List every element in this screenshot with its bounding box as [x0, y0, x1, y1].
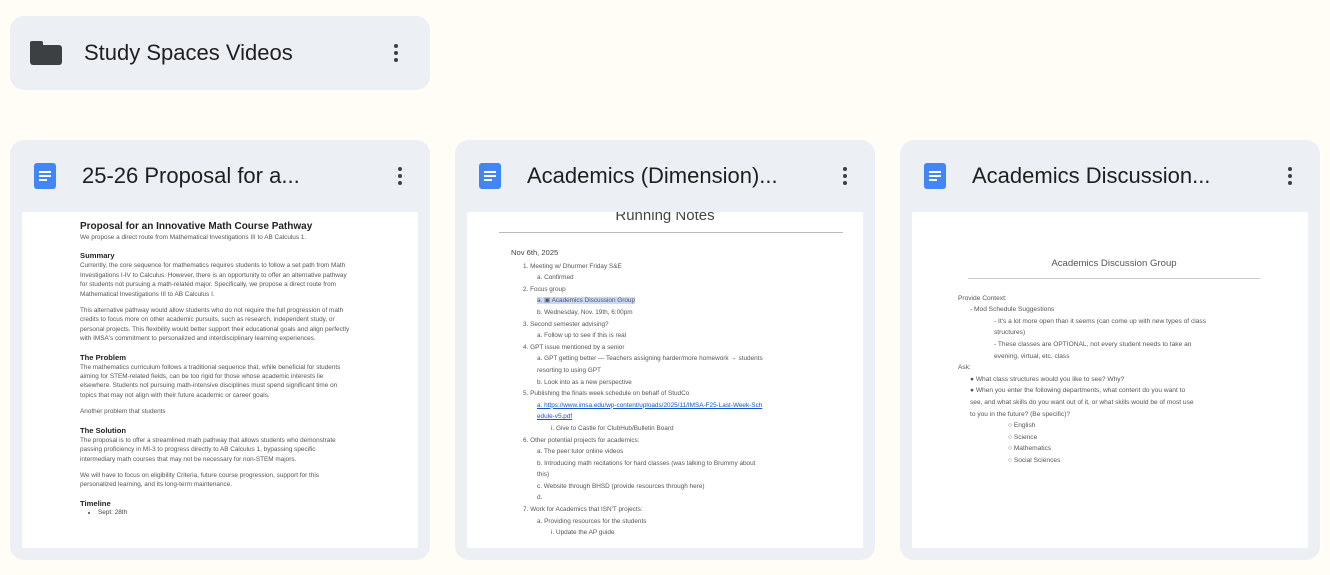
doc-preview[interactable]: Academics Discussion Group Provide Conte…: [912, 212, 1308, 548]
preview-text: Mathematical Investigations III to AB Ca…: [80, 290, 215, 298]
preview-line: 7. Work for Academics that ISN'T project…: [523, 506, 643, 514]
preview-line: ○ Social Sciences: [1008, 456, 1061, 464]
preview-text: topics that may not align with their fut…: [80, 391, 270, 399]
preview-date: Nov 6th, 2025: [511, 248, 559, 257]
preview-line: evening, virtual, etc. class: [994, 352, 1070, 360]
preview-text: We propose a direct route from Mathemati…: [80, 234, 307, 241]
preview-line: to you in the future? (Be specific)?: [970, 410, 1071, 418]
preview-line: ● When you enter the following departmen…: [970, 387, 1186, 395]
preview-text: Currently, the core sequence for mathema…: [80, 262, 346, 270]
preview-line: a. GPT getting better — Teachers assigni…: [537, 355, 763, 363]
more-options-icon[interactable]: [833, 164, 857, 188]
preview-heading: Running Notes: [615, 212, 715, 224]
preview-line: 1. Meeting w/ Dhurmer Friday S&E: [523, 262, 622, 270]
preview-line: - These classes are OPTIONAL, not every …: [994, 340, 1192, 348]
preview-section-title: The Problem: [80, 352, 126, 362]
preview-line: a. Follow up to see if this is real: [537, 332, 627, 340]
preview-line: a. The peer tutor online videos: [537, 448, 624, 456]
preview-line: Provide Context:: [958, 294, 1007, 302]
preview-line: c. Website through BHSD (provide resourc…: [537, 482, 705, 490]
preview-line: structures): [994, 329, 1026, 337]
preview-text: Investigations I-IV to Calculus. However…: [80, 271, 347, 279]
preview-text: credits to focus more on other academic …: [80, 316, 335, 324]
preview-text: The mathematics curriculum follows a tra…: [80, 363, 341, 371]
preview-line: 2. Focus group: [523, 285, 566, 293]
preview-line: i. Give to Castle for ClubHub/Bulletin B…: [551, 424, 674, 432]
preview-line: ○ English: [1008, 422, 1036, 430]
preview-lines: Provide Context: - Mod Schedule Suggestio…: [958, 293, 1290, 467]
preview-text: personal projects. This flexibility woul…: [80, 325, 350, 333]
preview-line: a. Providing resources for the students: [537, 517, 647, 525]
preview-heading: Academics Discussion Group: [1051, 258, 1177, 269]
preview-line: resorting to using GPT: [537, 366, 601, 374]
preview-line: a. Confirmed: [537, 274, 574, 282]
preview-line: ○ Science: [1008, 433, 1038, 441]
preview-line: Ask:: [958, 364, 971, 372]
more-options-icon[interactable]: [388, 164, 412, 188]
preview-text: with IMSA's commitment to personalized a…: [80, 335, 316, 343]
preview-line: 4. GPT issue mentioned by a senior: [523, 343, 625, 351]
preview-text: passing proficiency in MI-3 to progress …: [80, 446, 316, 454]
preview-text: The proposal is to offer a streamlined m…: [80, 436, 336, 444]
preview-line: b. Look into as a new perspective: [537, 378, 632, 386]
preview-line[interactable]: edule-v5.pdf: [511, 411, 843, 423]
preview-line: - Mod Schedule Suggestions: [970, 306, 1055, 314]
preview-text: for students not pursuing a math-related…: [80, 281, 336, 289]
preview-line: d.: [537, 494, 543, 502]
doc-card-proposal[interactable]: 25-26 Proposal for a... Proposal for an …: [10, 140, 430, 560]
preview-text: Another problem that students: [80, 408, 166, 416]
preview-line: see, and what skills do you want out of …: [970, 398, 1194, 406]
preview-text: This alternative pathway would allow stu…: [80, 307, 344, 315]
preview-line: - It's a lot more open than it seems (ca…: [994, 317, 1206, 325]
divider: [499, 232, 843, 233]
preview-text: We will have to focus on eligibility Cri…: [80, 471, 319, 479]
preview-line[interactable]: a. https://www.imsa.edu/wp-content/uploa…: [511, 400, 843, 412]
folder-icon: [30, 41, 62, 65]
google-docs-icon: [924, 163, 946, 189]
doc-card-academics-dimension[interactable]: Academics (Dimension)... Running Notes N…: [455, 140, 875, 560]
preview-line: b. Wednesday, Nov. 19th, 6:00pm: [537, 308, 633, 316]
preview-section-title: Timeline: [80, 498, 111, 508]
google-docs-icon: [479, 163, 501, 189]
preview-line: 3. Second semester advising?: [523, 320, 609, 328]
preview-text: aiming for STEM-related fields, can be t…: [80, 373, 324, 381]
doc-preview[interactable]: Proposal for an Innovative Math Course P…: [22, 212, 418, 548]
doc-preview[interactable]: Running Notes Nov 6th, 2025 1. Meeting w…: [467, 212, 863, 548]
preview-text: elsewhere. Students not pursuing math-in…: [80, 382, 338, 390]
preview-line: 5. Publishing the finals week schedule o…: [523, 390, 690, 398]
folder-name: Study Spaces Videos: [84, 40, 293, 65]
preview-line: 6. Other potential projects for academic…: [523, 436, 640, 444]
preview-section-title: Summary: [80, 251, 115, 261]
preview-heading: Proposal for an Innovative Math Course P…: [80, 221, 313, 232]
preview-text: personalized learning, and its long-term…: [80, 481, 233, 489]
preview-line: ● What class structures would you like t…: [970, 375, 1125, 383]
more-options-icon[interactable]: [1278, 164, 1302, 188]
doc-title: 25-26 Proposal for a...: [82, 163, 300, 188]
preview-line: ○ Mathematics: [1008, 445, 1052, 453]
preview-section-title: The Solution: [80, 425, 126, 435]
doc-title: Academics Discussion...: [972, 163, 1211, 188]
preview-line: i. Update the AP guide: [551, 529, 615, 537]
preview-lines: 1. Meeting w/ Dhurmer Friday S&E a. Confi…: [511, 261, 843, 539]
preview-line: b. Introducing math recitations for hard…: [537, 459, 756, 467]
divider: [968, 277, 1260, 279]
more-options-icon[interactable]: [384, 41, 408, 65]
preview-text: intermediary math courses that may not b…: [80, 455, 297, 463]
doc-card-academics-discussion[interactable]: Academics Discussion... Academics Discus…: [900, 140, 1320, 560]
preview-line: this): [537, 471, 550, 479]
google-docs-icon: [34, 163, 56, 189]
preview-text: Sept: 28th: [98, 509, 404, 517]
preview-line: a. ▣ Academics Discussion Group: [537, 297, 636, 305]
folder-card-study-spaces[interactable]: Study Spaces Videos: [10, 16, 430, 90]
doc-title: Academics (Dimension)...: [527, 163, 778, 188]
